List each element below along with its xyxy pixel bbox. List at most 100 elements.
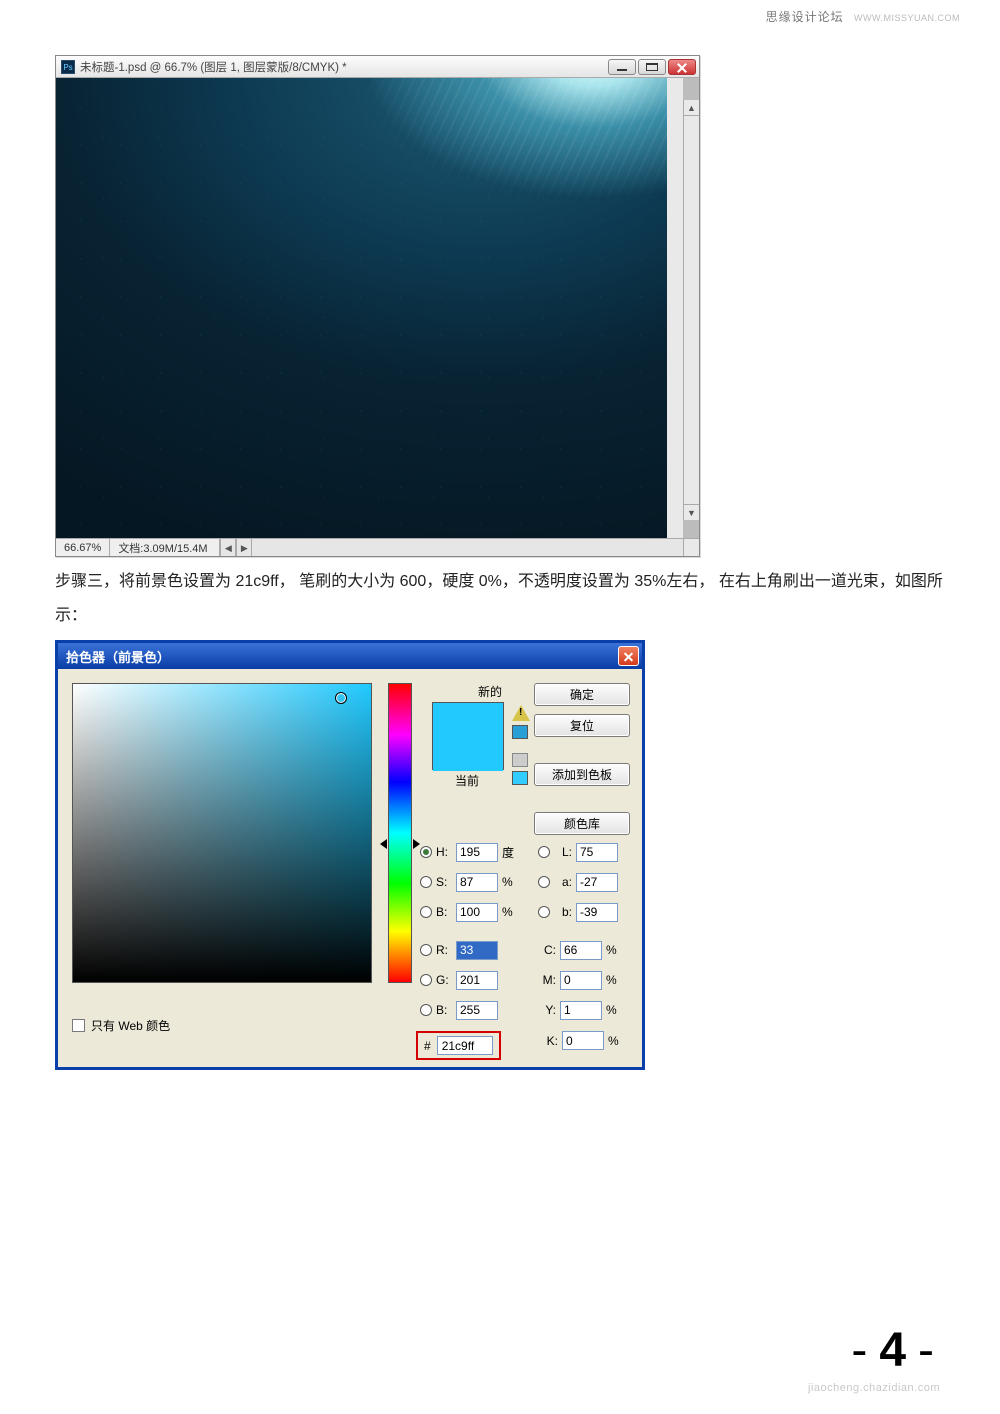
add-to-swatches-button[interactable]: 添加到色板 [534,763,630,786]
k-input[interactable] [562,1031,604,1050]
b-hsb-radio[interactable] [420,906,432,918]
h-radio[interactable] [420,846,432,858]
vertical-scrollbar[interactable]: ▲ ▼ [683,100,699,520]
websafe-swatch[interactable] [512,771,528,785]
k-label: K: [540,1034,558,1048]
r-input[interactable] [456,941,498,960]
b-hsb-input[interactable] [456,903,498,922]
photoshop-app-icon: Ps [61,60,75,74]
page-watermark: 思缘设计论坛 WWW.MISSYUAN.COM [766,8,960,25]
hue-indicator-left-icon [380,839,387,849]
zoom-level[interactable]: 66.67% [56,539,110,556]
dialog-buttons: 确定 复位 添加到色板 颜色库 [534,683,630,835]
gamut-warning-column [512,705,534,785]
h-input[interactable] [456,843,498,862]
dialog-titlebar[interactable]: 拾色器（前景色） [58,643,642,669]
m-input[interactable] [560,971,602,990]
hex-field-highlighted: # [416,1031,501,1060]
y-label: Y: [538,1003,556,1017]
page-dash-left: - [851,1323,873,1378]
g-input[interactable] [456,971,498,990]
dialog-close-button[interactable] [618,646,639,666]
ok-button[interactable]: 确定 [534,683,630,706]
k-row: K: % [540,1031,630,1050]
scroll-right-arrow-icon[interactable]: ▶ [236,539,252,556]
watermark-site: 思缘设计论坛 [766,10,844,24]
reset-button[interactable]: 复位 [534,714,630,737]
hsb-lab-fields: H: 度 L: S: % a: [420,837,618,927]
h-row: H: 度 L: [420,837,618,867]
s-input[interactable] [456,873,498,892]
rgb-cmyk-fields: R: C: % G: M: % [420,935,628,1025]
k-unit: % [608,1034,630,1048]
c-unit: % [606,943,628,957]
minimize-button[interactable] [608,59,636,75]
color-libraries-button[interactable]: 颜色库 [534,812,630,835]
scroll-left-arrow-icon[interactable]: ◀ [220,539,236,556]
h-label: H: [436,845,456,859]
c-label: C: [538,943,556,957]
r-radio[interactable] [420,944,432,956]
b-rgb-input[interactable] [456,1001,498,1020]
scroll-up-arrow-icon[interactable]: ▲ [684,100,699,116]
l-input[interactable] [576,843,618,862]
s-row: S: % a: [420,867,618,897]
photoshop-document-window: Ps 未标题-1.psd @ 66.7% (图层 1, 图层蒙版/8/CMYK)… [55,55,700,557]
hue-slider[interactable] [388,683,412,983]
document-info[interactable]: 文档:3.09M/15.4M [110,539,220,556]
horizontal-scrollbar[interactable]: ◀ ▶ [220,539,683,556]
color-swatch[interactable] [432,702,504,770]
l-label: L: [554,845,572,859]
window-controls [606,59,696,75]
gamut-swatch[interactable] [512,725,528,739]
s-radio[interactable] [420,876,432,888]
web-only-checkbox[interactable] [72,1019,85,1032]
scroll-down-arrow-icon[interactable]: ▼ [684,504,699,520]
l-radio[interactable] [538,846,550,858]
r-row: R: C: % [420,935,628,965]
step-instruction-text: 步骤三，将前景色设置为 21c9ff， 笔刷的大小为 600，硬度 0%，不透明… [55,565,945,632]
m-label: M: [538,973,556,987]
gamut-warning-icon[interactable] [512,705,530,721]
b-hsb-label: B: [436,905,456,919]
footer-watermark: jiaocheng.chazidian.com [808,1382,940,1394]
websafe-warning-icon[interactable] [512,753,528,767]
new-color-swatch[interactable] [433,703,503,737]
saturation-brightness-field[interactable] [72,683,372,983]
maximize-button[interactable] [638,59,666,75]
b-rgb-radio[interactable] [420,1004,432,1016]
watermark-url: WWW.MISSYUAN.COM [854,13,960,23]
g-radio[interactable] [420,974,432,986]
resize-grip[interactable] [683,539,699,556]
hue-strip[interactable] [388,683,412,983]
b-rgb-row: B: Y: % [420,995,628,1025]
document-canvas[interactable] [56,78,683,538]
r-label: R: [436,943,456,957]
page-dash-right: - [918,1323,940,1378]
b-lab-input[interactable] [576,903,618,922]
y-input[interactable] [560,1001,602,1020]
m-unit: % [606,973,628,987]
dialog-title: 拾色器（前景色） [66,647,170,666]
s-unit: % [502,875,524,889]
window-title: 未标题-1.psd @ 66.7% (图层 1, 图层蒙版/8/CMYK) * [80,59,347,75]
b-hsb-row: B: % b: [420,897,618,927]
b-rgb-label: B: [436,1003,456,1017]
a-label: a: [554,875,572,889]
a-radio[interactable] [538,876,550,888]
window-titlebar[interactable]: Ps 未标题-1.psd @ 66.7% (图层 1, 图层蒙版/8/CMYK)… [56,56,699,78]
y-unit: % [606,1003,628,1017]
g-row: G: M: % [420,965,628,995]
b-lab-radio[interactable] [538,906,550,918]
close-button[interactable] [668,59,696,75]
b-lab-label: b: [554,905,572,919]
current-color-swatch[interactable] [433,737,503,771]
c-input[interactable] [560,941,602,960]
color-cursor-icon[interactable] [335,692,347,704]
hex-input[interactable] [437,1036,493,1055]
web-only-colors-option[interactable]: 只有 Web 颜色 [72,1017,170,1034]
canvas-area: ▲ ▼ [56,78,699,538]
a-input[interactable] [576,873,618,892]
s-label: S: [436,875,456,889]
hue-indicator-right-icon [413,839,420,849]
